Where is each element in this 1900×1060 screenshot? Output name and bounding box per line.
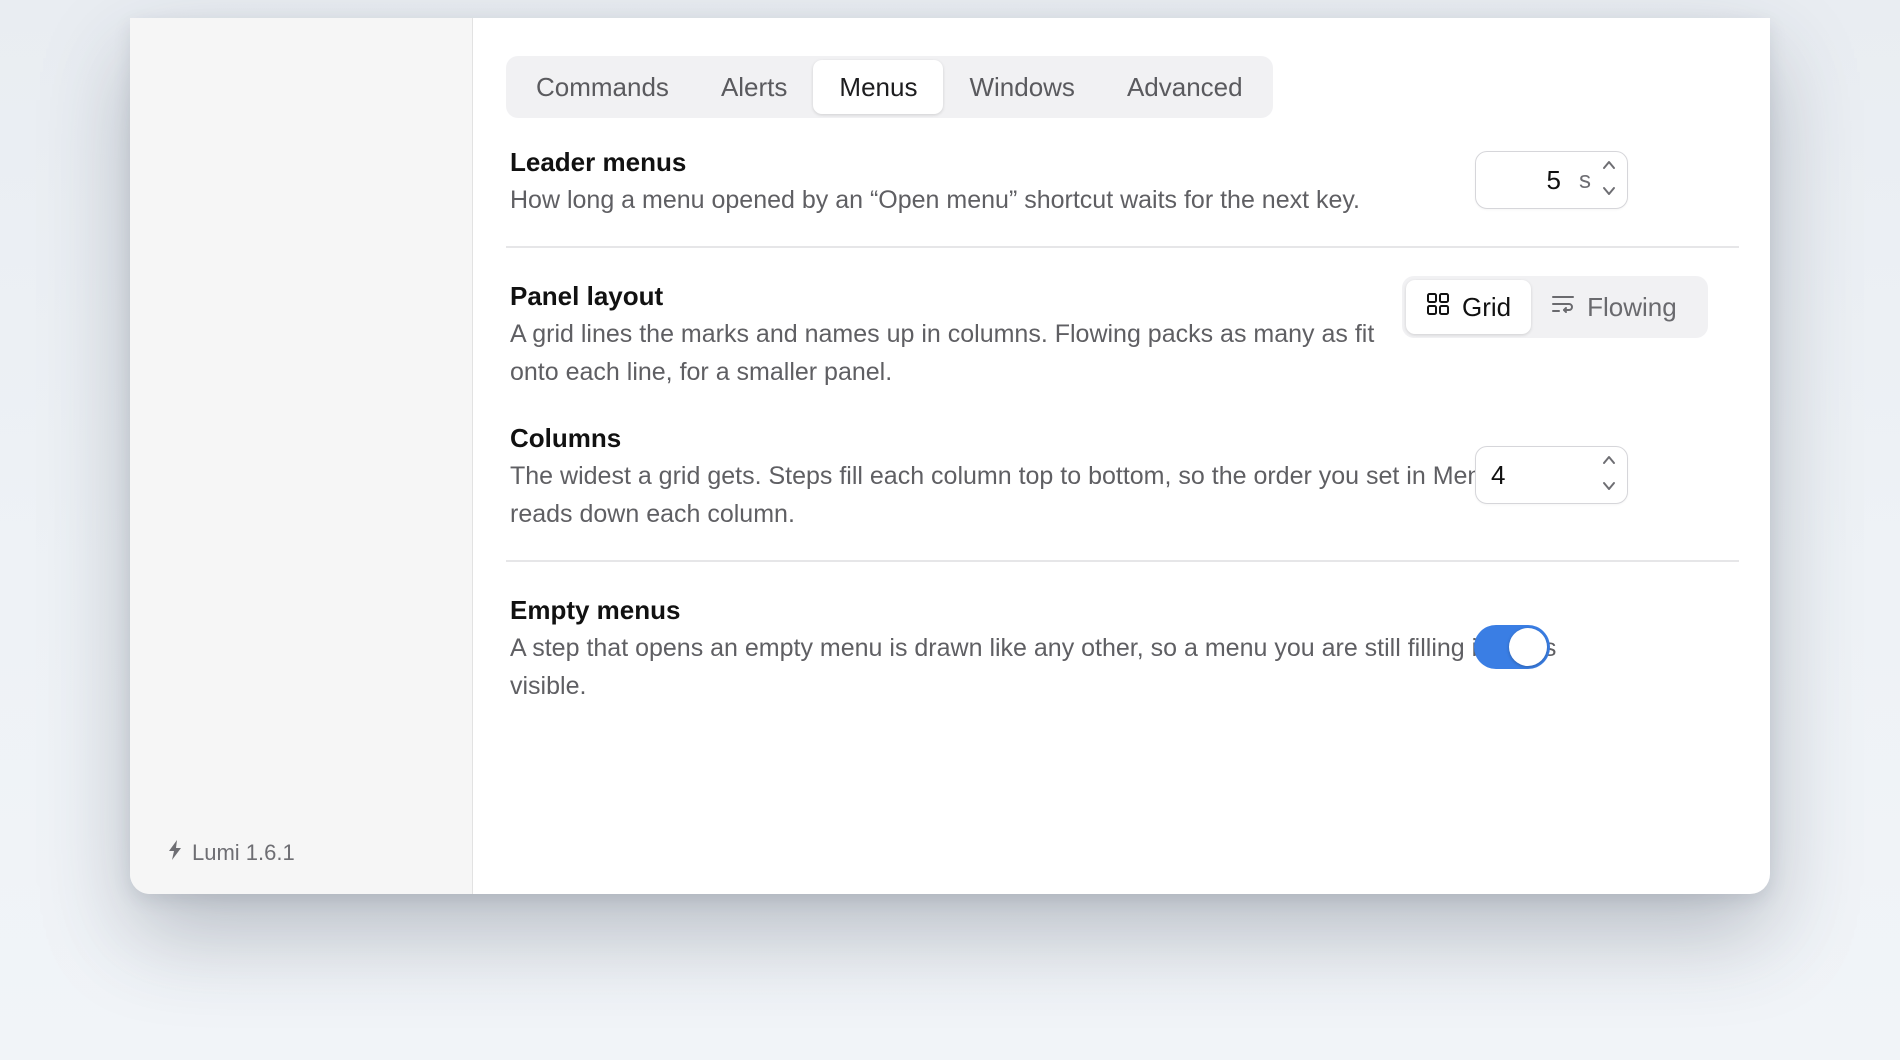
panel-layout-title: Panel layout: [510, 281, 664, 311]
sidebar: Lumi 1.6.1: [130, 18, 473, 894]
grid-option[interactable]: Grid: [1406, 280, 1532, 334]
section-divider: [506, 560, 1739, 562]
settings-window: Lumi 1.6.1 Commands Alerts Menus Windows…: [130, 18, 1770, 894]
flowing-option-label: Flowing: [1587, 291, 1677, 322]
section-divider: [506, 246, 1739, 248]
text-wrap-icon: [1551, 292, 1575, 323]
leader-menus-setting: Leader menus How long a menu opened by a…: [510, 146, 1370, 219]
chevron-up-icon[interactable]: [1602, 158, 1616, 176]
empty-menus-description: A step that opens an empty menu is drawn…: [510, 634, 1557, 700]
columns-title: Columns: [510, 423, 622, 453]
leader-timeout-value[interactable]: 5: [1547, 165, 1561, 196]
chevron-up-icon[interactable]: [1602, 453, 1616, 471]
tab-alerts[interactable]: Alerts: [695, 60, 813, 114]
flowing-option[interactable]: Flowing: [1531, 280, 1697, 334]
tab-bar: Commands Alerts Menus Windows Advanced: [506, 56, 1273, 118]
stepper-arrows: [1599, 453, 1619, 497]
columns-setting: Columns The widest a grid gets. Steps fi…: [510, 422, 1510, 533]
settings-content: Commands Alerts Menus Windows Advanced L…: [473, 18, 1770, 894]
panel-layout-setting: Panel layout A grid lines the marks and …: [510, 280, 1390, 391]
grid-icon: [1426, 292, 1450, 323]
panel-layout-description: A grid lines the marks and names up in c…: [510, 320, 1375, 386]
toggle-knob: [1509, 628, 1547, 666]
tab-windows[interactable]: Windows: [943, 60, 1100, 114]
tab-commands[interactable]: Commands: [510, 60, 695, 114]
tab-menus[interactable]: Menus: [813, 60, 944, 114]
columns-description: The widest a grid gets. Steps fill each …: [510, 462, 1508, 528]
chevron-down-icon[interactable]: [1602, 184, 1616, 202]
version-label: Lumi 1.6.1: [192, 840, 295, 865]
panel-layout-selector: Grid Flowing: [1402, 276, 1708, 338]
empty-menus-title: Empty menus: [510, 595, 681, 625]
empty-menus-toggle[interactable]: [1474, 625, 1550, 669]
bolt-icon: [168, 840, 182, 866]
leader-timeout-unit: s: [1579, 167, 1591, 194]
columns-value[interactable]: 4: [1491, 460, 1505, 491]
grid-option-label: Grid: [1462, 291, 1512, 322]
chevron-down-icon[interactable]: [1602, 479, 1616, 497]
stepper-arrows: [1599, 158, 1619, 202]
leader-menus-description: How long a menu opened by an “Open menu”…: [510, 186, 1360, 214]
leader-timeout-stepper[interactable]: 5 s: [1475, 151, 1628, 209]
app-version: Lumi 1.6.1: [168, 840, 295, 866]
tab-advanced[interactable]: Advanced: [1101, 60, 1269, 114]
leader-menus-title: Leader menus: [510, 147, 687, 177]
columns-stepper[interactable]: 4: [1475, 446, 1628, 504]
empty-menus-setting: Empty menus A step that opens an empty m…: [510, 594, 1580, 705]
